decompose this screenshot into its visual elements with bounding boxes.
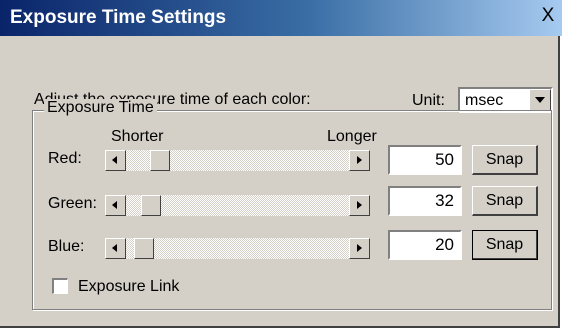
unit-select-value: msec	[465, 92, 504, 109]
arrow-right-icon	[357, 156, 362, 164]
group-title: Exposure Time	[44, 99, 157, 117]
red-snap-button[interactable]: Snap	[472, 145, 538, 175]
red-slider-thumb[interactable]	[150, 150, 170, 171]
shorter-hint: Shorter	[111, 128, 164, 145]
blue-slider-right-button[interactable]	[349, 238, 370, 259]
longer-hint: Longer	[327, 128, 377, 145]
green-snap-button[interactable]: Snap	[472, 186, 538, 216]
red-slider-right-button[interactable]	[349, 150, 370, 171]
exposure-link-label: Exposure Link	[78, 278, 180, 295]
close-button[interactable]: X	[536, 4, 560, 28]
title-bar: Exposure Time Settings X	[0, 0, 562, 36]
blue-label: Blue:	[48, 238, 85, 255]
blue-snap-button[interactable]: Snap	[472, 230, 538, 260]
window-title: Exposure Time Settings	[10, 7, 227, 28]
arrow-left-icon	[112, 244, 117, 252]
dialog-window: Exposure Time Settings X Adjust the expo…	[0, 0, 562, 328]
red-slider[interactable]	[105, 150, 370, 171]
green-label: Green:	[48, 195, 97, 212]
exposure-link-checkbox[interactable]	[52, 278, 68, 294]
dropdown-arrow-button[interactable]	[529, 89, 551, 111]
blue-slider-thumb[interactable]	[134, 238, 154, 259]
blue-value-field[interactable]: 20	[388, 230, 462, 260]
red-label: Red:	[48, 150, 82, 167]
red-value-field[interactable]: 50	[388, 145, 462, 175]
green-slider-left-button[interactable]	[105, 195, 126, 216]
arrow-right-icon	[357, 244, 362, 252]
green-slider-right-button[interactable]	[349, 195, 370, 216]
chevron-down-icon	[535, 97, 545, 103]
arrow-left-icon	[112, 156, 117, 164]
green-slider-thumb[interactable]	[141, 195, 161, 216]
blue-slider-left-button[interactable]	[105, 238, 126, 259]
arrow-right-icon	[357, 201, 362, 209]
arrow-left-icon	[112, 201, 117, 209]
green-value-field[interactable]: 32	[388, 186, 462, 216]
red-slider-left-button[interactable]	[105, 150, 126, 171]
unit-label: Unit:	[412, 92, 445, 109]
